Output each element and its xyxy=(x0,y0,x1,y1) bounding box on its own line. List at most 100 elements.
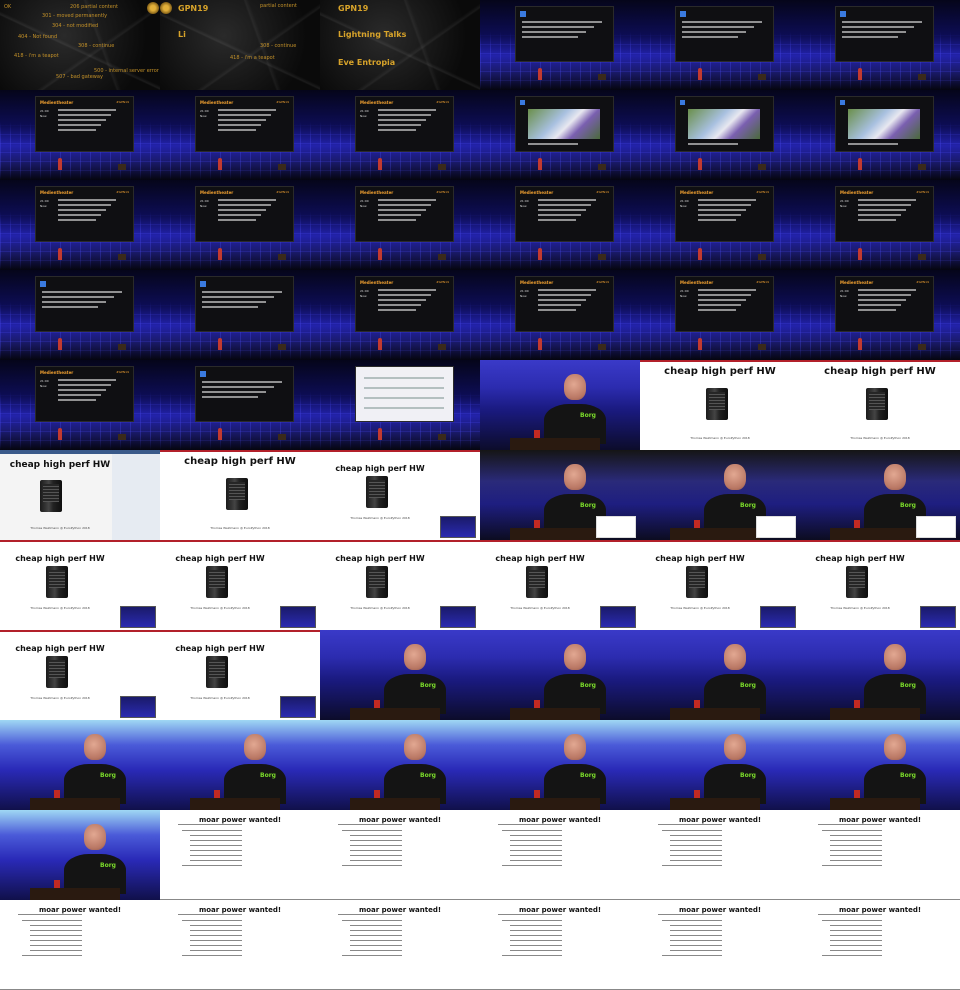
slide-credit: Thomas Waldmann @ EuroPython 2018 xyxy=(210,526,270,530)
video-frame-sched: Medientheater #GPN19 21:00 Now xyxy=(800,180,960,270)
video-frame-hwPip: cheap high perf HW Thomas Waldmann @ Euro… xyxy=(0,630,160,720)
presenter-figure xyxy=(378,428,382,440)
shirt-logo-text: Borg xyxy=(900,772,916,779)
presenter-figure xyxy=(698,158,702,170)
bullet-line xyxy=(658,824,722,825)
lectern xyxy=(670,708,760,720)
talk-partial-title: Li xyxy=(178,30,186,39)
video-frame-hwPip: cheap high perf HW Thomas Waldmann @ Euro… xyxy=(480,540,640,630)
video-frame-hwPip: cheap high perf HW Thomas Waldmann @ Euro… xyxy=(0,540,160,630)
slide-accent-bar xyxy=(160,540,320,542)
browser-row xyxy=(364,397,444,399)
event-name: GPN19 xyxy=(338,4,369,13)
bullet-line xyxy=(498,824,562,825)
bullet-line xyxy=(190,845,242,846)
podium xyxy=(598,74,606,80)
schedule-text-line xyxy=(858,304,901,306)
slide-credit: Thomas Waldmann @ EuroPython 2018 xyxy=(190,696,250,700)
video-frame-cam: Borg xyxy=(480,630,640,720)
slide-credit: Thomas Waldmann @ EuroPython 2018 xyxy=(830,606,890,610)
schedule-room-name: Medientheater xyxy=(360,100,394,105)
bullet-line xyxy=(30,945,82,946)
tweet-avatar xyxy=(200,281,206,287)
slide-accent-bar xyxy=(160,630,320,632)
schedule-text-line xyxy=(858,204,911,206)
schedule-text-line xyxy=(378,129,416,131)
slide-credit: Thomas Waldmann @ EuroPython 2018 xyxy=(510,606,570,610)
schedule-time: 21:00 xyxy=(40,109,49,113)
tweet-text-line xyxy=(842,31,906,33)
schedule-text-line xyxy=(58,109,116,111)
bullet-line xyxy=(830,835,882,836)
video-frame-camDark: Borg xyxy=(480,450,640,540)
podium xyxy=(438,434,446,440)
schedule-time: 21:00 xyxy=(840,199,849,203)
schedule-text-line xyxy=(538,209,586,211)
slide-credit: Thomas Waldmann @ EuroPython 2018 xyxy=(190,606,250,610)
schedule-text-line xyxy=(378,289,436,291)
video-frame-sched: Medientheater #GPN19 21:00 Now xyxy=(160,90,320,180)
slide-title: moar power wanted! xyxy=(358,906,442,914)
slide-accent-bar xyxy=(800,360,960,362)
video-frame-power: moar power wanted! xyxy=(160,810,320,900)
bullet-line xyxy=(510,850,562,851)
schedule-text-line xyxy=(218,199,276,201)
schedule-text-line xyxy=(218,129,256,131)
speaker-head xyxy=(404,644,426,670)
video-frame-hwPip: cheap high perf HW Thomas Waldmann @ Euro… xyxy=(800,540,960,630)
bullet-line xyxy=(338,824,402,825)
schedule-room-name: Medientheater xyxy=(520,280,554,285)
video-frame-camDark: Borg xyxy=(640,450,800,540)
tweet-text-line xyxy=(202,301,266,303)
podium xyxy=(278,434,286,440)
schedule-text-line xyxy=(378,304,421,306)
presenter-figure xyxy=(698,68,702,80)
projection-screen xyxy=(355,366,454,422)
red-cup xyxy=(54,880,60,888)
video-frame-hwPip: cheap high perf HW Thomas Waldmann @ Euro… xyxy=(320,540,480,630)
bullet-line xyxy=(830,860,882,861)
shirt-logo-text: Borg xyxy=(740,772,756,779)
red-cup xyxy=(54,790,60,798)
bullet-line xyxy=(502,920,562,921)
bullet-line xyxy=(818,914,882,915)
bullet-line xyxy=(190,940,242,941)
schedule-text-line xyxy=(698,309,736,311)
schedule-text-line xyxy=(378,214,421,216)
pip-slide xyxy=(596,516,636,538)
video-frame-power: moar power wanted! xyxy=(320,900,480,990)
schedule-hashtag: #GPN19 xyxy=(436,100,449,104)
video-frame-camL: Borg xyxy=(0,720,160,810)
schedule-text-line xyxy=(218,204,271,206)
lectern xyxy=(670,798,760,810)
red-cup xyxy=(374,790,380,798)
tweet-text-line xyxy=(682,36,738,38)
computer-tower-image xyxy=(366,566,388,598)
slide-accent-bar xyxy=(800,540,960,542)
bullet-line xyxy=(510,855,562,856)
tweet-text-line xyxy=(842,21,922,23)
speaker-head xyxy=(564,464,586,490)
projection-screen: Medientheater #GPN19 21:00 Now xyxy=(675,276,774,332)
video-frame-hwPip: cheap high perf HW Thomas Waldmann @ Euro… xyxy=(320,450,480,540)
projection-screen xyxy=(835,96,934,152)
schedule-text-line xyxy=(378,309,416,311)
schedule-room-name: Medientheater xyxy=(360,190,394,195)
speaker-head xyxy=(244,734,266,760)
schedule-time: 21:00 xyxy=(360,109,369,113)
video-frame-power: moar power wanted! xyxy=(480,810,640,900)
schedule-text-line xyxy=(538,309,576,311)
projection-screen xyxy=(835,6,934,62)
bullet-line xyxy=(22,920,82,921)
video-frame-hw: cheap high perf HW Thomas Waldmann @ Euro… xyxy=(640,360,800,450)
tweet-text-line xyxy=(202,296,274,298)
video-frame-sched: Medientheater #GPN19 21:00 Now xyxy=(480,180,640,270)
schedule-text-line xyxy=(58,214,101,216)
schedule-text-line xyxy=(698,199,756,201)
schedule-text-line xyxy=(858,309,896,311)
bullet-line xyxy=(182,830,242,831)
schedule-hashtag: #GPN19 xyxy=(596,190,609,194)
schedule-text-line xyxy=(378,299,426,301)
video-frame-camDark: Borg xyxy=(800,450,960,540)
slide-title: moar power wanted! xyxy=(38,906,122,914)
